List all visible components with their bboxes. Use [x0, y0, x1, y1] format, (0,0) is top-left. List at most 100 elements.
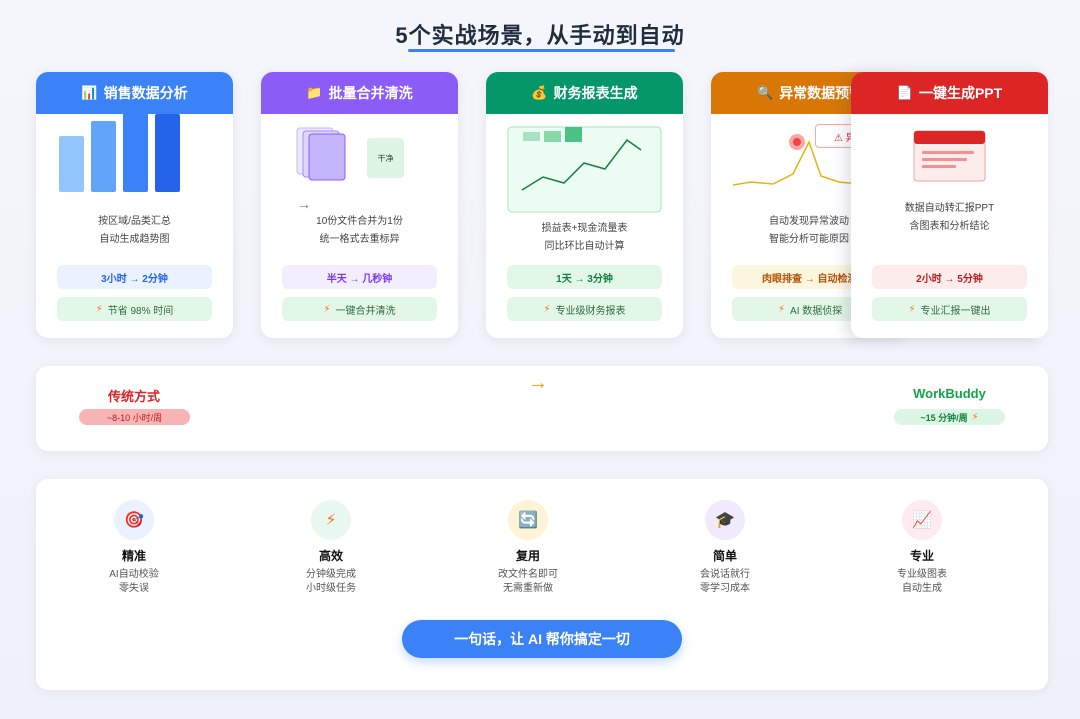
feature-sub: AI自动校验 — [109, 569, 159, 580]
bolt-icon: ⚡ — [95, 303, 103, 315]
time-saving-pill: 1天 → 3分钟 — [507, 265, 662, 289]
benefit-label: 专业级财务报表 — [555, 305, 626, 317]
refresh-icon: 🔄 — [508, 500, 548, 540]
benefit-label: 节省 98% 时间 — [107, 305, 174, 317]
bar-illustration — [59, 110, 180, 192]
card-desc-line: 损益表+现金流量表 — [541, 223, 628, 234]
feature-name: 高效 — [318, 549, 343, 563]
feature-simple: 🎓 简单 会说话就行 零学习成本 — [655, 500, 795, 596]
card-title: 销售数据分析 — [103, 85, 188, 101]
illustration-bar — [91, 121, 116, 192]
legend-block — [523, 132, 540, 141]
workbuddy-time-label: ~15 分钟/周 — [920, 412, 968, 423]
illustration-bar — [59, 136, 84, 192]
scenario-card-finance[interactable]: 💰 财务报表生成 损益表+现金流量表 同比环比自动计算 1天 → 3分钟 ⚡ 专… — [486, 72, 683, 338]
money-bag-icon: 💰 — [531, 85, 548, 100]
anomaly-point — [793, 138, 801, 146]
chart-icon: 📊 — [81, 85, 98, 100]
clean-file-illustration: 干净 — [367, 138, 404, 178]
slide-title-bar — [914, 131, 985, 144]
card-desc-line: 按区域/品类汇总 — [98, 216, 171, 227]
traditional-title: 传统方式 — [107, 389, 160, 404]
traditional-time-badge: ~8-10 小时/周 — [79, 409, 190, 425]
time-saving-pill: 3小时 → 2分钟 — [57, 265, 212, 289]
slide-text-line — [922, 158, 967, 161]
bolt-icon: ⚡ — [908, 303, 916, 315]
feature-name: 简单 — [712, 549, 737, 563]
feature-sub: 改文件名即可 — [498, 569, 558, 580]
feature-sub: 会说话就行 — [700, 569, 750, 580]
card-desc-line: 含图表和分析结论 — [909, 221, 990, 232]
card-desc-line: 10份文件合并为1份 — [316, 216, 403, 227]
card-header: 📁 批量合并清洗 — [261, 72, 458, 114]
time-saving-pill: 2小时 → 5分钟 — [872, 265, 1027, 289]
bolt-icon: ⚡ — [778, 303, 786, 315]
workbuddy-title: WorkBuddy — [913, 386, 986, 401]
title-underline — [408, 49, 675, 52]
benefit-label: AI 数据侦探 — [790, 305, 843, 317]
time-comparison-panel: 传统方式 ~8-10 小时/周 → WorkBuddy ~15 分钟/周 ⚡ — [36, 366, 1048, 451]
bolt-icon: ⚡ — [311, 500, 351, 540]
time-saving-label: 肉眼排查 → 自动检测 — [762, 273, 858, 285]
feature-name: 精准 — [121, 549, 146, 563]
magnifier-icon: 🔍 — [757, 85, 774, 100]
cta-button[interactable]: 一句话，让 AI 帮你搞定一切 — [402, 620, 682, 658]
folder-icon: 📁 — [306, 85, 323, 100]
files-illustration — [296, 127, 346, 181]
graduation-cap-icon: 🎓 — [705, 500, 745, 540]
workbuddy-time-badge: ~15 分钟/周 ⚡ — [894, 409, 1005, 425]
target-icon: 🎯 — [114, 500, 154, 540]
card-header: 📊 销售数据分析 — [36, 72, 233, 114]
card-desc-line: 同比环比自动计算 — [544, 241, 625, 252]
slide-illustration — [913, 130, 986, 182]
scenario-card-ppt[interactable]: 📄 一键生成PPT 数据自动转汇报PPT 含图表和分析结论 2小时 → 5分钟 … — [851, 72, 1048, 338]
bolt-icon: ⚡ — [323, 303, 331, 315]
feature-sub: 自动生成 — [902, 583, 942, 594]
clean-label: 干净 — [377, 153, 394, 163]
bolt-icon: ⚡ — [971, 411, 979, 423]
scenario-card-sales[interactable]: 📊 销售数据分析 按区域/品类汇总 自动生成趋势图 3小时 → 2分钟 ⚡ 节省… — [36, 72, 233, 338]
feature-name: 专业 — [909, 549, 934, 563]
card-title: 一键生成PPT — [918, 85, 1003, 101]
line-chart-illustration — [507, 126, 662, 213]
document-icon: 📄 — [896, 85, 913, 100]
feature-professional: 📈 专业 专业级图表 自动生成 — [852, 500, 992, 596]
illustration-bar — [123, 110, 148, 192]
chart-up-icon: 📈 — [902, 500, 942, 540]
feature-efficient: ⚡ 高效 分钟级完成 小时级任务 — [261, 500, 401, 596]
illustration-bar — [155, 114, 180, 192]
arrow-icon: → — [528, 372, 548, 394]
benefit-label: 一键合并清洗 — [335, 305, 396, 317]
card-desc-line: 统一格式去重标异 — [319, 234, 400, 245]
feature-sub: 零失误 — [119, 583, 149, 594]
feature-name: 复用 — [515, 549, 540, 563]
time-saving-pill: 半天 → 几秒钟 — [282, 265, 437, 289]
card-title: 财务报表生成 — [553, 85, 638, 101]
card-header: 📄 一键生成PPT — [851, 72, 1048, 114]
file-sheet — [308, 133, 346, 181]
feature-sub: 专业级图表 — [897, 569, 947, 580]
card-desc-line: 智能分析可能原因 — [769, 234, 849, 245]
arrow-icon: → — [297, 196, 311, 212]
slide-text-line — [922, 165, 956, 168]
benefit-pill: ⚡ 节省 98% 时间 — [57, 297, 212, 321]
benefit-pill: ⚡ 专业级财务报表 — [507, 297, 662, 321]
card-desc-line: 自动生成趋势图 — [99, 234, 170, 245]
legend-block — [544, 131, 561, 142]
legend-block — [565, 127, 582, 142]
benefit-pill: ⚡ 专业汇报一键出 — [872, 297, 1027, 321]
scenario-card-merge[interactable]: 📁 批量合并清洗 干净 → 10份文件合并为1份 统一格式去重标异 半天 → 几… — [261, 72, 458, 338]
card-header: 💰 财务报表生成 — [486, 72, 683, 114]
feature-accurate: 🎯 精准 AI自动校验 零失误 — [64, 500, 204, 596]
card-desc-line: 数据自动转汇报PPT — [904, 203, 995, 214]
feature-sub: 零学习成本 — [700, 583, 750, 594]
features-panel: 🎯 精准 AI自动校验 零失误 ⚡ 高效 分钟级完成 小时级任务 🔄 复用 改文… — [36, 479, 1048, 690]
feature-reuse: 🔄 复用 改文件名即可 无需重新做 — [458, 500, 598, 596]
bolt-icon: ⚡ — [543, 303, 551, 315]
benefit-label: 专业汇报一键出 — [920, 305, 991, 317]
feature-sub: 分钟级完成 — [306, 569, 356, 580]
feature-sub: 无需重新做 — [503, 583, 553, 594]
slide-text-line — [922, 151, 974, 154]
feature-sub: 小时级任务 — [306, 583, 356, 594]
page-title: 5个实战场景，从手动到自动 — [395, 23, 685, 48]
